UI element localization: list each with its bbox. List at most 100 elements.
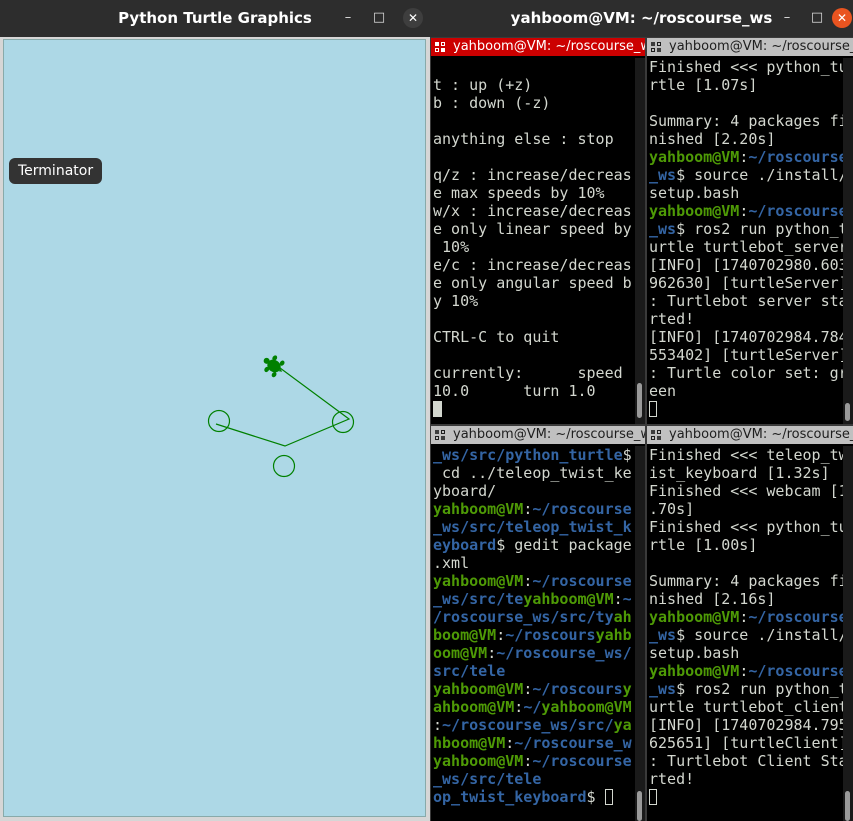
pane-top-right[interactable]: yahboom@VM: ~/roscourse_ws Finished <<< p… [647, 38, 853, 424]
window-title: Python Turtle Graphics [118, 9, 312, 27]
terminal-text: Finished <<< webcam [1 [649, 482, 848, 500]
terminal-text: currently: speed [433, 364, 632, 382]
terminal-line: rtle [1.00s] [649, 536, 841, 554]
terminal-line: 962630] [turtleServer] [649, 274, 848, 292]
terminal-text: CTRL-C to quit [433, 328, 560, 346]
terminal-text: ~/roscourse_ws/ [496, 644, 632, 662]
terminal-text: : Turtlebot server sta [649, 292, 848, 310]
turtle-canvas[interactable] [3, 39, 426, 817]
terminator-titlebar[interactable]: yahboom@VM: ~/roscourse_ws – □ ✕ [430, 0, 853, 37]
terminal-text: $ ros2 run python_t [676, 680, 848, 698]
terminal-text: 10% [433, 238, 470, 256]
pane-title-text: yahboom@VM: ~/roscourse_ws [453, 39, 645, 54]
scrollbar-thumb[interactable] [637, 791, 642, 821]
pane-bottom-right[interactable]: yahboom@VM: ~/roscourse_ws Finished <<< t… [647, 426, 853, 821]
scrollbar[interactable] [843, 446, 853, 821]
terminal-output[interactable]: Finished <<< teleop_tw ist_keyboard [1.32… [647, 446, 848, 821]
terminal-line: _ws/src/python_turtle$ [433, 446, 633, 464]
terminal-text: ~/roscourse_ws/src/ [442, 716, 614, 734]
terminal-text: yahboom@VM [523, 590, 614, 608]
scrollbar[interactable] [635, 58, 645, 424]
turtle-titlebar[interactable]: Python Turtle Graphics – □ ✕ [0, 0, 430, 37]
terminal-text: : [496, 626, 506, 644]
terminal-grid-icon [435, 430, 445, 440]
terminal-line: urtle turtlebot_client [649, 698, 848, 716]
terminal-line: /roscourse_ws/src/tyah [433, 608, 633, 626]
scrollbar[interactable] [635, 446, 645, 821]
pane-top-left[interactable]: yahboom@VM: ~/roscourse_wst : up (+z) b :… [431, 38, 645, 424]
terminal-line: yahboom@VM:~/roscourse [433, 752, 633, 770]
terminal-line: e only angular speed b [433, 274, 633, 292]
pane-titlebar[interactable]: yahboom@VM: ~/roscourse_ws [431, 426, 645, 444]
terminal-line: cd ../teleop_twist_ke [433, 464, 633, 482]
terminal-text: Summary: 4 packages fi [649, 572, 848, 590]
terminal-output[interactable]: Finished <<< python_tu rtle [1.07s] Summar… [647, 58, 848, 424]
minimize-icon[interactable]: – [777, 8, 797, 28]
terminal-text: _ws/src/teleop_twist_k [433, 518, 632, 536]
terminal-text: urtle turtlebot_server [649, 238, 848, 256]
terminal-text: t : up (+z) [433, 76, 533, 94]
terminal-text: rted! [649, 310, 695, 328]
terminal-text: : [739, 608, 749, 626]
minimize-icon[interactable]: – [338, 8, 358, 28]
terminal-output[interactable]: _ws/src/python_turtle$ cd ../teleop_twis… [431, 446, 633, 821]
terminal-line: Finished <<< teleop_tw [649, 446, 848, 464]
terminal-text: anything else : stop [433, 130, 614, 148]
terminal-line: 625651] [turtleClient] [649, 734, 848, 752]
terminal-text: : [739, 662, 749, 680]
turtle-icon [263, 355, 285, 378]
terminal-line: : Turtle color set: gr [649, 364, 848, 382]
pane-title-text: yahboom@VM: ~/roscourse_ws [453, 427, 645, 442]
cursor-line [649, 400, 841, 418]
terminal-text: $ [586, 788, 605, 806]
terminal-text: yboard/ [433, 482, 497, 500]
terminal-text: Finished <<< python_tu [649, 58, 848, 76]
terminal-text: ~/ [523, 698, 542, 716]
close-icon[interactable]: ✕ [832, 8, 852, 28]
terminal-line: hboom@VM:~/roscourse_w [433, 734, 633, 752]
pane-titlebar[interactable]: yahboom@VM: ~/roscourse_ws [647, 38, 853, 56]
terminal-text: ~/roscours [532, 680, 623, 698]
terminal-text: $ gedit package [496, 536, 632, 554]
maximize-icon[interactable]: □ [369, 8, 389, 28]
terminal-line: ist_keyboard [1.32s] [649, 464, 841, 482]
terminal-text: : [433, 716, 443, 734]
terminal-line: Summary: 4 packages fi [649, 112, 848, 130]
terminal-line: een [649, 382, 841, 400]
terminal-line: yahboom@VM:~/roscoursy [433, 680, 633, 698]
terminal-line: yboard/ [433, 482, 633, 500]
terminal-line: [INFO] [1740702984.784 [649, 328, 848, 346]
close-icon[interactable]: ✕ [403, 8, 423, 28]
terminal-text: Finished <<< python_tu [649, 518, 848, 536]
terminal-text: [INFO] [1740702980.603 [649, 256, 848, 274]
terminal-text: nished [2.20s] [649, 130, 776, 148]
maximize-icon[interactable]: □ [807, 8, 827, 28]
terminal-line: y 10% [433, 292, 633, 310]
pane-bottom-left[interactable]: yahboom@VM: ~/roscourse_ws _ws/src/python… [431, 426, 645, 821]
terminal-text: q/z : increase/decreas [433, 166, 632, 184]
terminal-text: 10.0 turn 1.0 [433, 382, 596, 400]
terminal-line: setup.bash [649, 184, 841, 202]
scrollbar[interactable] [843, 58, 853, 424]
terminal-line: setup.bash [649, 644, 841, 662]
text-cursor [649, 401, 657, 417]
scrollbar-thumb[interactable] [845, 403, 850, 421]
scrollbar-thumb[interactable] [845, 791, 850, 821]
terminal-text: Summary: 4 packages fi [649, 112, 848, 130]
pane-titlebar[interactable]: yahboom@VM: ~/roscourse_ws [431, 38, 645, 56]
terminal-text: ~/roscourse [748, 202, 848, 220]
turtle-window: Python Turtle Graphics – □ ✕ Terminator [0, 0, 430, 821]
terminal-line: _ws/src/tele [433, 770, 633, 788]
terminal-line: anything else : stop [433, 130, 633, 148]
terminal-text: 625651] [turtleClient] [649, 734, 848, 752]
terminal-line: yahboom@VM:~/roscourse [649, 202, 848, 220]
terminal-text: boom@VM [433, 626, 497, 644]
pane-titlebar[interactable]: yahboom@VM: ~/roscourse_ws [647, 426, 853, 444]
scrollbar-thumb[interactable] [637, 383, 642, 418]
terminal-text: : [739, 202, 749, 220]
terminal-line: t : up (+z) [433, 76, 633, 94]
terminal-output[interactable]: t : up (+z) b : down (-z) anything else : … [431, 58, 633, 424]
